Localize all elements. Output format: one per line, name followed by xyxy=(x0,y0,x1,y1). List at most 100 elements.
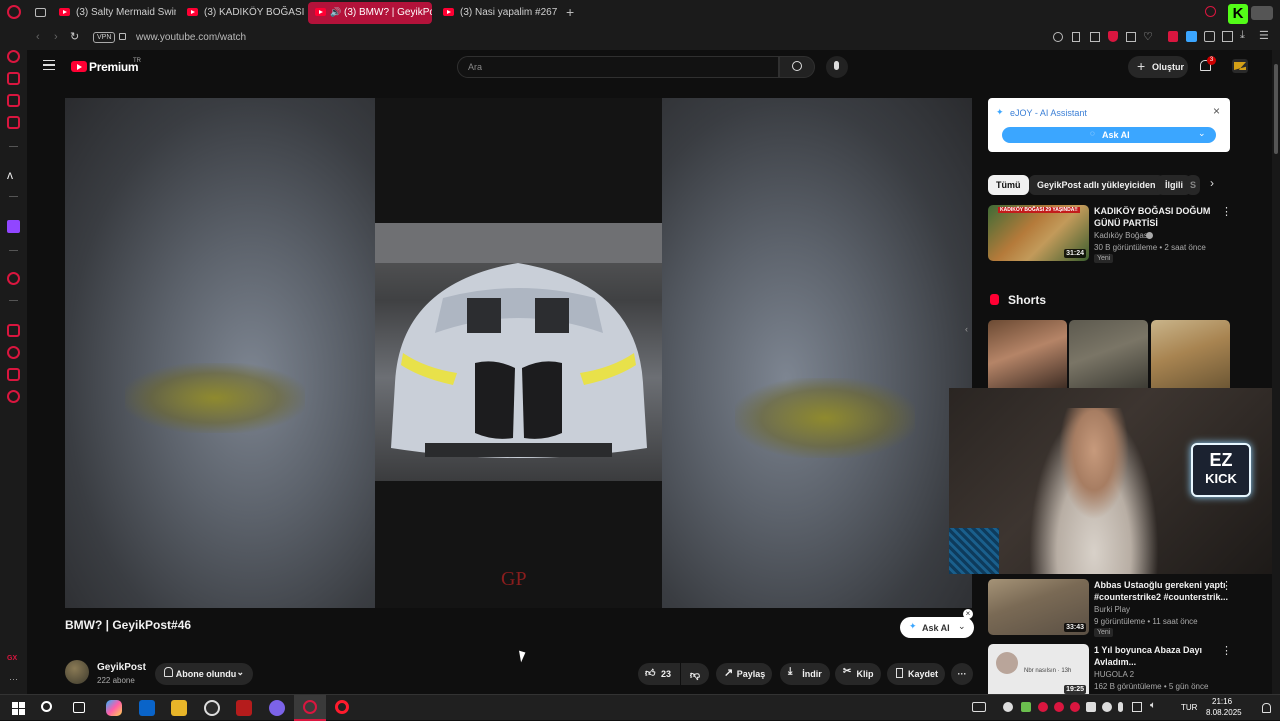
screenshot-icon[interactable] xyxy=(1126,32,1136,42)
back-icon[interactable]: ‹ xyxy=(36,31,40,43)
forward-icon[interactable]: › xyxy=(54,31,58,43)
tab-bmw-geyikpost[interactable]: 🔊 (3) BMW? | GeyikPost xyxy=(308,2,432,24)
steam-icon[interactable] xyxy=(1003,702,1013,712)
shopping-icon[interactable] xyxy=(7,72,20,85)
recommended-more-icon[interactable]: ⋮ xyxy=(1221,644,1232,657)
vk-icon[interactable]: ᴧ xyxy=(7,168,13,182)
snapshot-icon[interactable] xyxy=(1090,32,1100,42)
url-field[interactable]: www.youtube.com/watch xyxy=(136,32,246,43)
clock-date[interactable]: 8.08.2025 xyxy=(1206,708,1242,717)
discord-icon[interactable] xyxy=(269,700,285,716)
tab-nasi-yapalim[interactable]: (3) Nasi yapalim #267 | K xyxy=(436,2,560,24)
zoom-icon[interactable] xyxy=(1053,32,1063,42)
voicemeeter-icon[interactable] xyxy=(236,700,252,716)
recommended-channel[interactable]: Kadıköy Boğası xyxy=(1094,231,1150,240)
vpn-badge[interactable]: VPN xyxy=(93,32,116,43)
tab-kadikoy-bogasi[interactable]: (3) KADIKÖY BOĞASI DO xyxy=(180,2,304,24)
short-thumbnail[interactable] xyxy=(988,320,1067,390)
short-thumbnail[interactable] xyxy=(1151,320,1230,390)
collapse-panel-icon[interactable]: ‹ xyxy=(965,324,968,334)
tray-app-icon[interactable] xyxy=(1054,702,1064,712)
chip-more[interactable]: S xyxy=(1186,175,1200,195)
close-ejoy-icon[interactable]: × xyxy=(1213,104,1220,118)
search-input[interactable]: Ara xyxy=(457,56,779,78)
clip-button[interactable]: ✂ Klip xyxy=(835,663,881,685)
ejoy-ask-ai-button[interactable]: ◌ Ask AI ⌄ xyxy=(1002,127,1216,143)
recommended-channel[interactable]: Burki Play xyxy=(1094,605,1130,614)
search-tabs-icon[interactable] xyxy=(1205,6,1216,17)
close-ask-ai-icon[interactable]: × xyxy=(963,609,973,619)
tab-salty-mermaid[interactable]: (3) Salty Mermaid Swimw xyxy=(52,2,176,24)
task-view-icon[interactable] xyxy=(73,702,85,713)
language-indicator[interactable]: TUR xyxy=(1181,703,1197,712)
windows-start-icon[interactable] xyxy=(12,702,25,715)
avatar[interactable] xyxy=(1232,59,1248,73)
chip-all[interactable]: Tümü xyxy=(988,175,1029,195)
page-scrollbar[interactable] xyxy=(1272,50,1280,694)
opera-gx-taskbar-button[interactable] xyxy=(294,695,326,721)
opera-icon[interactable] xyxy=(335,700,349,714)
adblock-icon[interactable] xyxy=(1108,31,1118,42)
recommended-thumbnail[interactable]: 33:43 xyxy=(988,579,1089,635)
search-taskbar-icon[interactable] xyxy=(41,701,52,712)
youtube-logo-icon[interactable] xyxy=(71,61,87,72)
share-button[interactable]: ↗ Paylaş xyxy=(716,663,772,685)
copilot-icon[interactable] xyxy=(106,700,122,716)
heart-icon[interactable]: ♡ xyxy=(1143,30,1153,43)
tray-app-icon[interactable] xyxy=(1070,702,1080,712)
file-explorer-icon[interactable] xyxy=(171,700,187,716)
messenger-icon[interactable] xyxy=(7,116,20,129)
voice-search-button[interactable] xyxy=(826,56,848,78)
download-icon[interactable]: ⤓ xyxy=(1240,29,1245,42)
speaker-ext-icon[interactable] xyxy=(1168,31,1178,42)
ask-ai-inline-button[interactable]: ✦ Ask AI ⌄ xyxy=(900,617,974,638)
recommended-channel[interactable]: HUGOLA 2 xyxy=(1094,670,1134,679)
ejoy-ext-icon[interactable] xyxy=(1186,31,1197,42)
obs-icon[interactable] xyxy=(204,700,220,716)
settings-icon[interactable] xyxy=(7,390,20,403)
recommended-title-line[interactable]: Abbas Ustaoğlu gerekeni yaptı xyxy=(1094,580,1226,591)
save-button[interactable]: Kaydet xyxy=(887,663,945,685)
channel-name[interactable]: GeyikPost xyxy=(97,662,146,673)
tray-app-icon[interactable] xyxy=(1102,702,1112,712)
microphone-tray-icon[interactable] xyxy=(1118,702,1123,712)
tray-app-icon[interactable] xyxy=(1086,702,1096,712)
extensions-puzzle-icon[interactable] xyxy=(1222,31,1233,42)
hamburger-menu-icon[interactable] xyxy=(43,60,55,70)
tab-overview-icon[interactable] xyxy=(35,8,46,17)
recommended-title-line[interactable]: #counterstrike2 #counterstrik... xyxy=(1094,592,1228,603)
pin-icon[interactable] xyxy=(1072,32,1080,42)
history-icon[interactable] xyxy=(7,346,20,359)
aria-ai-icon[interactable] xyxy=(7,50,20,63)
recommended-title-line[interactable]: GÜNÜ PARTİSİ xyxy=(1094,218,1158,229)
extensions-sidebar-icon[interactable] xyxy=(7,368,20,381)
extension-icon[interactable] xyxy=(1204,31,1215,42)
keyboard-icon[interactable] xyxy=(972,702,986,712)
notification-center-icon[interactable] xyxy=(1262,703,1271,713)
tray-app-icon[interactable] xyxy=(1021,702,1031,712)
chip-next-icon[interactable]: › xyxy=(1210,176,1214,190)
outlook-icon[interactable] xyxy=(139,700,155,716)
volume-icon[interactable]: 🔈︎ xyxy=(1150,700,1156,711)
dislike-button[interactable]: 👎︎ xyxy=(681,663,709,685)
new-tab-icon[interactable]: + xyxy=(566,4,574,20)
channel-avatar[interactable] xyxy=(65,660,89,684)
more-actions-button[interactable]: ··· xyxy=(951,663,973,685)
reload-icon[interactable]: ↻ xyxy=(70,30,79,43)
player-icon[interactable] xyxy=(7,272,20,285)
tray-app-icon[interactable] xyxy=(1038,702,1048,712)
instagram-icon[interactable] xyxy=(7,94,20,107)
subscribe-button[interactable]: Abone olundu ⌄ xyxy=(155,663,253,685)
search-button[interactable] xyxy=(779,56,815,78)
recommended-title-line[interactable]: Avladım... xyxy=(1094,657,1136,668)
menu-icon[interactable]: ☰ xyxy=(1259,29,1269,42)
create-button[interactable]: + Oluştur xyxy=(1128,56,1188,78)
recommended-title-line[interactable]: KADIKÖY BOĞASI DOĞUM xyxy=(1094,206,1210,217)
chip-from-uploader[interactable]: GeyikPost adlı yükleyiciden xyxy=(1029,175,1164,195)
like-button[interactable]: 👍︎ 23 xyxy=(638,663,680,685)
recommended-more-icon[interactable]: ⋮ xyxy=(1221,579,1232,592)
video-player[interactable]: GP xyxy=(65,98,972,608)
twitch-icon[interactable] xyxy=(7,220,20,233)
more-icon[interactable]: ··· xyxy=(9,674,18,684)
bookmarks-icon[interactable] xyxy=(7,324,20,337)
